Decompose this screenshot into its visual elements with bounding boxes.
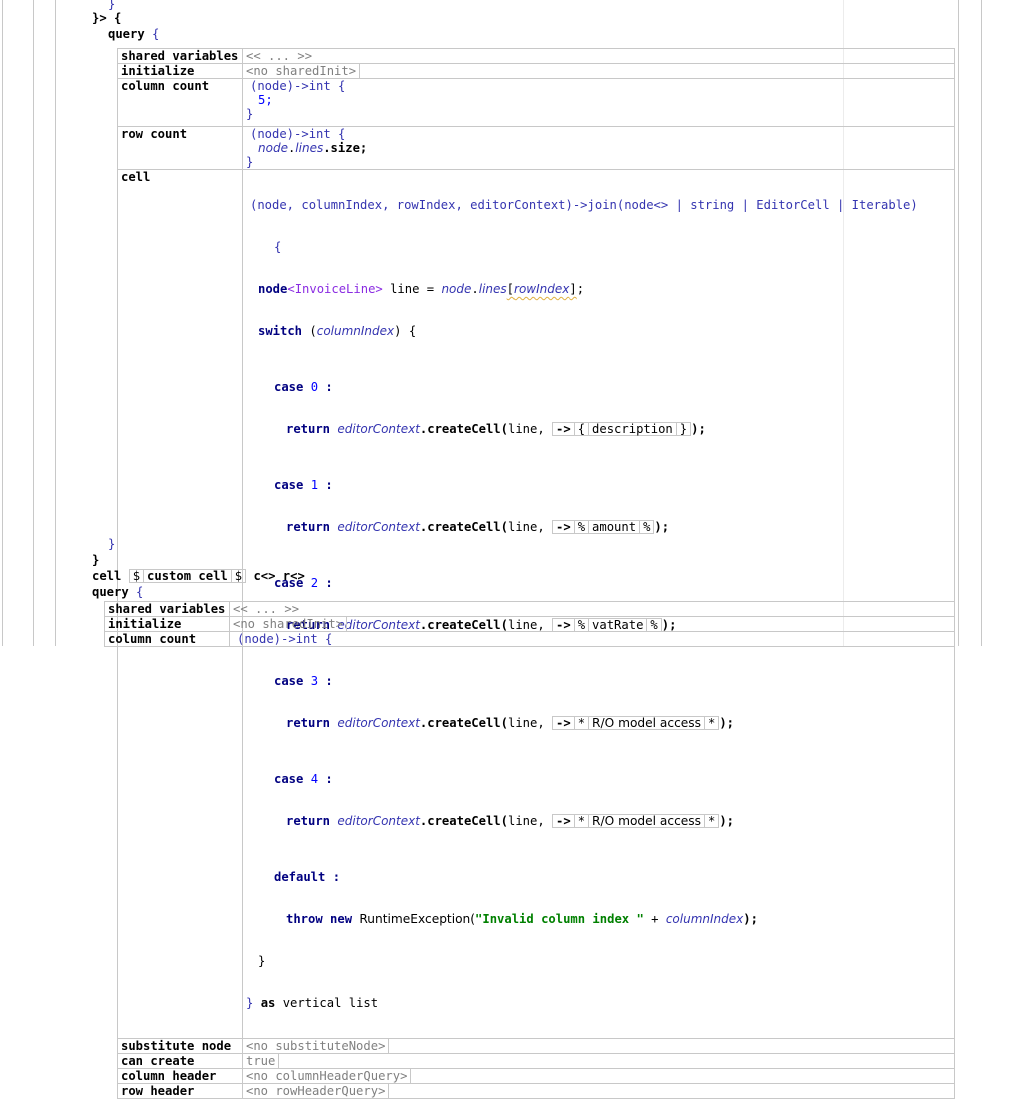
model-access-cell[interactable]: -> * R/O model access * [552,814,720,828]
row-count-value[interactable]: (node)->int {node.lines.size;} [242,126,955,170]
table-row: row count (node)->int {node.lines.size;} [117,126,955,170]
row-label: initialize [104,616,230,632]
column-count-value[interactable]: (node)->int { [229,631,955,647]
table-row: initialize <no sharedInit> [104,616,955,632]
editor-gutter-line [33,0,34,646]
row-label: can create [117,1053,243,1069]
table-row: can create true [117,1053,955,1069]
row-label: row header [117,1083,243,1099]
table-row: row header <no rowHeaderQuery> [117,1083,955,1099]
property-cell-description[interactable]: ->{description} [552,422,692,436]
cell-params: c<> r<> [253,569,305,583]
cell-keyword: cell [92,569,122,583]
row-label: substitute node [117,1038,243,1054]
table-row: shared variables << ... >> [117,48,955,64]
editor-border-line [958,0,959,646]
cell-name-field[interactable]: $ custom cell $ [128,569,247,583]
model-access-cell[interactable]: -> * R/O model access * [552,716,720,730]
table-row: shared variables << ... >> [104,601,955,617]
query-keyword: query [108,27,145,41]
table-row: column count (node)->int {5;} [117,78,955,127]
shared-variables-value[interactable]: << ... >> [229,601,955,617]
row-label: column header [117,1068,243,1084]
table-row: column header <no columnHeaderQuery> [117,1068,955,1084]
table-row: substitute node <no substituteNode> [117,1038,955,1054]
editor-gutter-line [55,0,56,646]
closing-brace: } [108,0,116,11]
row-label: column count [104,631,230,647]
cell-declaration: cell $ custom cell $ c<> r<> [92,569,305,583]
column-count-value[interactable]: (node)->int {5;} [242,78,955,127]
can-create-value[interactable]: true [242,1053,955,1069]
query-table: shared variables << ... >> initialize <n… [104,601,955,647]
closing-brace: } [92,553,100,567]
row-label: shared variables [104,601,230,617]
query-line: query { [108,27,159,41]
row-label: column count [117,78,243,127]
table-row: initialize <no sharedInit> [117,63,955,79]
row-label: row count [117,126,243,170]
row-header-value[interactable]: <no rowHeaderQuery> [242,1083,955,1099]
query-line: query { [92,585,144,599]
initialize-value[interactable]: <no sharedInit> [242,63,955,79]
row-label: shared variables [117,48,243,64]
initialize-value[interactable]: <no sharedInit> [229,616,955,632]
query-keyword: query [92,585,129,599]
closing-brace: } [108,537,116,551]
table-row: column count (node)->int { [104,631,955,647]
shared-variables-value[interactable]: << ... >> [242,48,955,64]
editor-gutter-line [2,0,3,646]
property-cell-amount[interactable]: ->% amount% [552,520,655,534]
open-brace: { [152,27,160,41]
column-header-value[interactable]: <no columnHeaderQuery> [242,1068,955,1084]
scrollbar-border-line [981,0,982,646]
substitute-node-value[interactable]: <no substituteNode> [242,1038,955,1054]
row-label: initialize [117,63,243,79]
code-line-tail: }> { [92,11,122,25]
